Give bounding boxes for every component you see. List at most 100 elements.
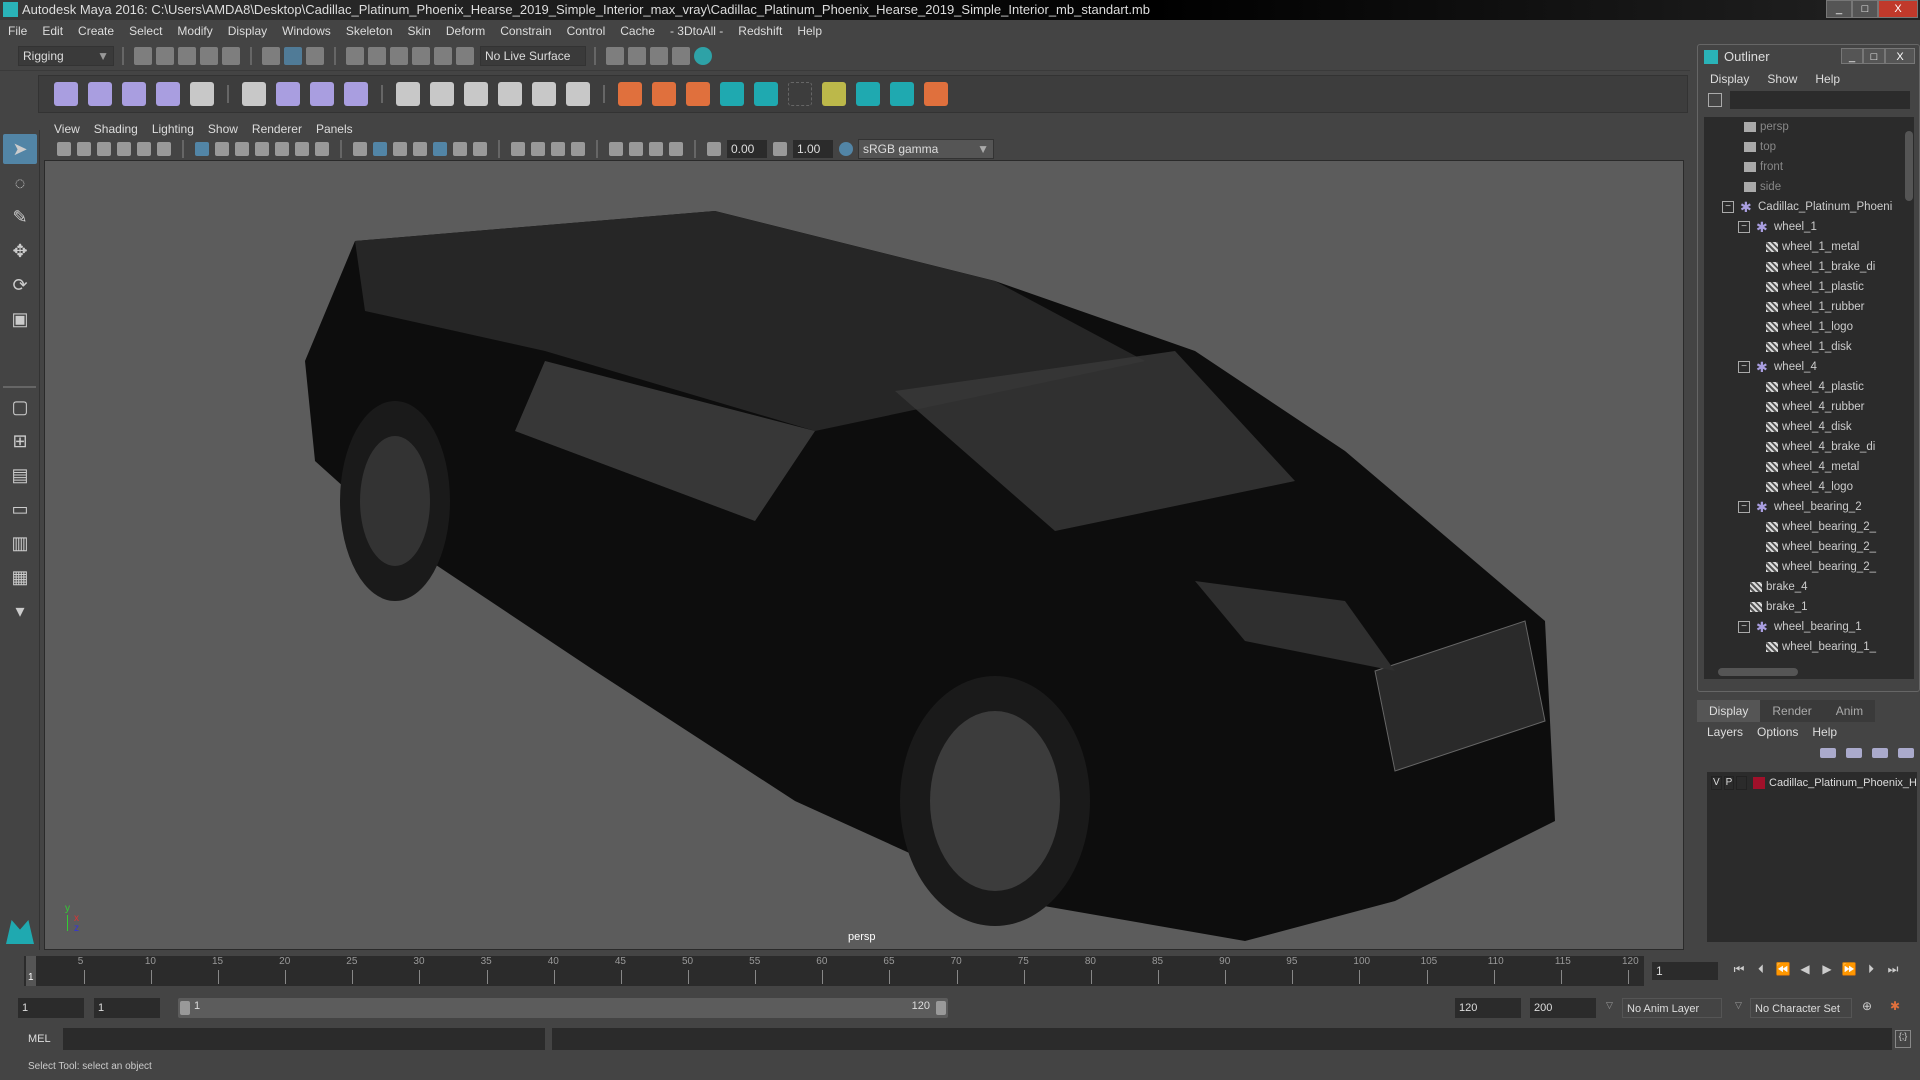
outliner-item[interactable]: brake_1 — [1704, 597, 1904, 617]
hearse-model[interactable] — [295, 201, 1595, 941]
snap-curve-icon[interactable] — [368, 47, 386, 65]
collapse-toggle-icon[interactable]: − — [1722, 201, 1734, 213]
maya-script-icon-1[interactable] — [720, 82, 744, 106]
xray-active-icon[interactable] — [649, 142, 663, 156]
outliner-menu-help[interactable]: Help — [1815, 72, 1840, 86]
orient-constraint-icon[interactable] — [464, 82, 488, 106]
outliner-item[interactable]: brake_4 — [1704, 577, 1904, 597]
bind-skin-icon[interactable] — [242, 82, 266, 106]
exposure-field[interactable]: 0.00 — [727, 140, 767, 158]
panel-menu-show[interactable]: Show — [208, 122, 238, 136]
menu-constrain[interactable]: Constrain — [500, 24, 551, 38]
lasso-tool-icon[interactable]: ◌ — [3, 168, 37, 198]
menu-redshift[interactable]: Redshift — [738, 24, 782, 38]
move-tool-icon[interactable]: ✥ — [3, 236, 37, 266]
bookmark-icon[interactable] — [97, 142, 111, 156]
live-surface-field[interactable]: No Live Surface — [480, 46, 586, 66]
go-to-start-icon[interactable]: ⏮ — [1728, 962, 1750, 977]
mel-command-input[interactable] — [63, 1028, 545, 1050]
outliner-item[interactable]: wheel_4_brake_di — [1704, 437, 1904, 457]
layer-menu-help[interactable]: Help — [1812, 725, 1837, 739]
new-layer-from-selected-icon[interactable] — [1898, 748, 1914, 758]
playback-end-field[interactable]: 120 — [1455, 998, 1521, 1018]
layer-visibility-toggle[interactable]: V — [1711, 776, 1722, 790]
safe-title-icon[interactable] — [315, 142, 329, 156]
current-frame-field[interactable]: 1 — [1652, 962, 1718, 980]
resolution-gate-icon[interactable] — [235, 142, 249, 156]
menu-skeleton[interactable]: Skeleton — [346, 24, 393, 38]
outliner-item[interactable]: wheel_1_brake_di — [1704, 257, 1904, 277]
new-layer-icon[interactable] — [1872, 748, 1888, 758]
ik-spline-icon[interactable] — [122, 82, 146, 106]
parent-constraint-icon[interactable] — [396, 82, 420, 106]
snap-point-icon[interactable] — [390, 47, 408, 65]
outliner-item[interactable]: wheel_4_plastic — [1704, 377, 1904, 397]
aim-constraint-icon[interactable] — [532, 82, 556, 106]
save-scene-icon[interactable] — [178, 47, 196, 65]
snap-view-plane-icon[interactable] — [412, 47, 430, 65]
auto-key-icon[interactable]: ⊕ — [1862, 999, 1872, 1013]
outliner-item[interactable]: wheel_1_plastic — [1704, 277, 1904, 297]
outliner-item[interactable]: − ✱ wheel_4 — [1704, 357, 1904, 377]
layer-color-swatch[interactable] — [1752, 777, 1766, 789]
outliner-item[interactable]: persp — [1704, 117, 1904, 137]
snap-live-icon[interactable] — [456, 47, 474, 65]
vertex-icon[interactable] — [924, 82, 948, 106]
close-button[interactable]: X — [1878, 0, 1918, 18]
rotate-tool-icon[interactable]: ⟳ — [3, 270, 37, 300]
layer-playback-toggle[interactable]: P — [1723, 776, 1735, 790]
grid-icon[interactable] — [195, 142, 209, 156]
layer-menu-options[interactable]: Options — [1757, 725, 1798, 739]
outliner-item[interactable]: wheel_bearing_2_ — [1704, 517, 1904, 537]
collapse-toggle-icon[interactable]: − — [1738, 221, 1750, 233]
maya-script-icon-3[interactable] — [890, 82, 914, 106]
hypershade-persp-layout-icon[interactable]: ▥ — [3, 528, 37, 558]
point-constraint-icon[interactable] — [430, 82, 454, 106]
lattice-icon[interactable] — [310, 82, 334, 106]
hypershade-icon[interactable] — [694, 47, 712, 65]
range-slider-bar[interactable]: 1 120 — [178, 998, 948, 1018]
joint-tool-icon[interactable] — [54, 82, 78, 106]
move-layer-down-icon[interactable] — [1846, 748, 1862, 758]
playback-start-field[interactable]: 1 — [94, 998, 160, 1018]
outliner-item[interactable]: wheel_bearing_2_ — [1704, 537, 1904, 557]
persp-node-editor-layout-icon[interactable]: ▦ — [3, 562, 37, 592]
maximize-button[interactable]: □ — [1852, 0, 1878, 18]
outliner-item[interactable]: − ✱ wheel_bearing_1 — [1704, 617, 1904, 637]
select-tool-icon[interactable]: ➤ — [3, 134, 37, 164]
menu-create[interactable]: Create — [78, 24, 114, 38]
outliner-horizontal-scrollbar[interactable] — [1704, 665, 1914, 679]
go-to-end-icon[interactable]: ⏭ — [1882, 962, 1904, 977]
step-forward-frame-icon[interactable]: ⏵ — [1860, 962, 1882, 977]
cluster-icon[interactable] — [344, 82, 368, 106]
grease-pencil-icon[interactable] — [157, 142, 171, 156]
menu-deform[interactable]: Deform — [446, 24, 485, 38]
safe-action-icon[interactable] — [295, 142, 309, 156]
paint-weights-icon[interactable] — [276, 82, 300, 106]
wireframe-on-shaded-icon[interactable] — [413, 142, 427, 156]
outliner-item[interactable]: wheel_4_metal — [1704, 457, 1904, 477]
lasso-paint-icon[interactable] — [856, 82, 880, 106]
outliner-minimize-button[interactable]: _ — [1841, 48, 1863, 64]
timeline-ruler[interactable]: 1 5 10 15 20 25 30 35 40 45 50 55 60 65 70 75 80 85 90 95 1… — [24, 956, 1644, 986]
color-space-dropdown[interactable]: sRGB gamma ▼ — [858, 139, 994, 159]
panel-menu-panels[interactable]: Panels — [316, 122, 353, 136]
ipr-render-icon[interactable] — [650, 47, 668, 65]
redo-icon[interactable] — [222, 47, 240, 65]
outliner-close-button[interactable]: X — [1885, 48, 1915, 64]
insert-joint-icon[interactable] — [156, 82, 180, 106]
script-editor-icon[interactable]: {;} — [1895, 1030, 1911, 1048]
move-layer-up-icon[interactable] — [1820, 748, 1836, 758]
range-start-handle[interactable] — [180, 1001, 190, 1015]
default-material-icon[interactable] — [393, 142, 407, 156]
wireframe-icon[interactable] — [353, 142, 367, 156]
layer-row[interactable]: V P Cadillac_Platinum_Phoenix_H — [1707, 772, 1917, 794]
smooth-shade-icon[interactable] — [373, 142, 387, 156]
ik-handle-icon[interactable] — [88, 82, 112, 106]
snap-grid-icon[interactable] — [346, 47, 364, 65]
outliner-menu-show[interactable]: Show — [1767, 72, 1797, 86]
collapse-toggle-icon[interactable]: − — [1738, 501, 1750, 513]
render-settings-icon[interactable] — [672, 47, 690, 65]
maya-script-icon-2[interactable] — [754, 82, 778, 106]
step-forward-key-icon[interactable]: ⏩ — [1838, 962, 1860, 977]
